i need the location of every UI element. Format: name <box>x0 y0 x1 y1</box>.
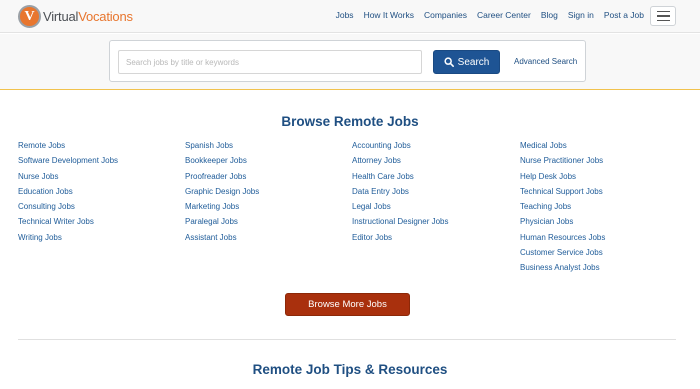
job-link[interactable]: Accounting Jobs <box>352 141 411 150</box>
site-logo[interactable]: V VirtualVocations <box>18 5 133 28</box>
job-link[interactable]: Consulting Jobs <box>18 202 75 211</box>
search-button-label: Search <box>457 56 490 68</box>
logo-badge-icon: V <box>18 5 41 28</box>
job-link[interactable]: Bookkeeper Jobs <box>185 156 247 165</box>
search-icon <box>444 57 454 67</box>
nav-how-it-works[interactable]: How It Works <box>364 10 414 20</box>
job-link[interactable]: Writing Jobs <box>18 233 62 242</box>
nav-post-a-job[interactable]: Post a Job <box>604 10 644 20</box>
job-column-1: Remote Jobs Software Development Jobs Nu… <box>18 141 118 248</box>
job-link[interactable]: Business Analyst Jobs <box>520 263 600 272</box>
job-link[interactable]: Legal Jobs <box>352 202 391 211</box>
job-link[interactable]: Graphic Design Jobs <box>185 187 259 196</box>
nav-companies[interactable]: Companies <box>424 10 467 20</box>
section-divider <box>18 339 676 340</box>
nav-career-center[interactable]: Career Center <box>477 10 531 20</box>
browse-more-jobs-button[interactable]: Browse More Jobs <box>285 293 410 316</box>
job-link[interactable]: Instructional Designer Jobs <box>352 217 449 226</box>
search-input[interactable] <box>118 50 422 74</box>
job-column-3: Accounting Jobs Attorney Jobs Health Car… <box>352 141 449 248</box>
main-nav: Jobs How It Works Companies Career Cente… <box>336 10 644 20</box>
job-link[interactable]: Help Desk Jobs <box>520 172 576 181</box>
job-link[interactable]: Health Care Jobs <box>352 172 414 181</box>
job-link[interactable]: Nurse Practitioner Jobs <box>520 156 603 165</box>
job-link[interactable]: Human Resources Jobs <box>520 233 605 242</box>
nav-sign-in[interactable]: Sign in <box>568 10 594 20</box>
job-link[interactable]: Technical Support Jobs <box>520 187 603 196</box>
job-link[interactable]: Remote Jobs <box>18 141 65 150</box>
nav-jobs[interactable]: Jobs <box>336 10 354 20</box>
job-link[interactable]: Physician Jobs <box>520 217 573 226</box>
job-link[interactable]: Data Entry Jobs <box>352 187 409 196</box>
job-link[interactable]: Medical Jobs <box>520 141 567 150</box>
job-link[interactable]: Marketing Jobs <box>185 202 239 211</box>
logo-wordmark: VirtualVocations <box>43 9 133 24</box>
job-column-4: Medical Jobs Nurse Practitioner Jobs Hel… <box>520 141 605 279</box>
job-column-2: Spanish Jobs Bookkeeper Jobs Proofreader… <box>185 141 259 248</box>
job-link[interactable]: Customer Service Jobs <box>520 248 603 257</box>
search-band: Search Advanced Search <box>0 34 700 90</box>
top-navbar: V VirtualVocations Jobs How It Works Com… <box>0 0 700 33</box>
job-link[interactable]: Nurse Jobs <box>18 172 58 181</box>
advanced-search-link[interactable]: Advanced Search <box>514 57 577 66</box>
job-link[interactable]: Teaching Jobs <box>520 202 571 211</box>
job-link[interactable]: Technical Writer Jobs <box>18 217 94 226</box>
job-link[interactable]: Assistant Jobs <box>185 233 237 242</box>
nav-blog[interactable]: Blog <box>541 10 558 20</box>
job-link[interactable]: Proofreader Jobs <box>185 172 246 181</box>
browse-title: Browse Remote Jobs <box>281 114 419 129</box>
tips-title: Remote Job Tips & Resources <box>252 362 448 377</box>
job-link[interactable]: Editor Jobs <box>352 233 392 242</box>
job-link[interactable]: Education Jobs <box>18 187 73 196</box>
job-link[interactable]: Software Development Jobs <box>18 156 118 165</box>
hamburger-menu-icon[interactable] <box>650 6 676 26</box>
job-link[interactable]: Paralegal Jobs <box>185 217 238 226</box>
job-link[interactable]: Attorney Jobs <box>352 156 401 165</box>
job-link[interactable]: Spanish Jobs <box>185 141 233 150</box>
search-panel: Search Advanced Search <box>109 40 586 82</box>
search-button[interactable]: Search <box>433 50 500 74</box>
